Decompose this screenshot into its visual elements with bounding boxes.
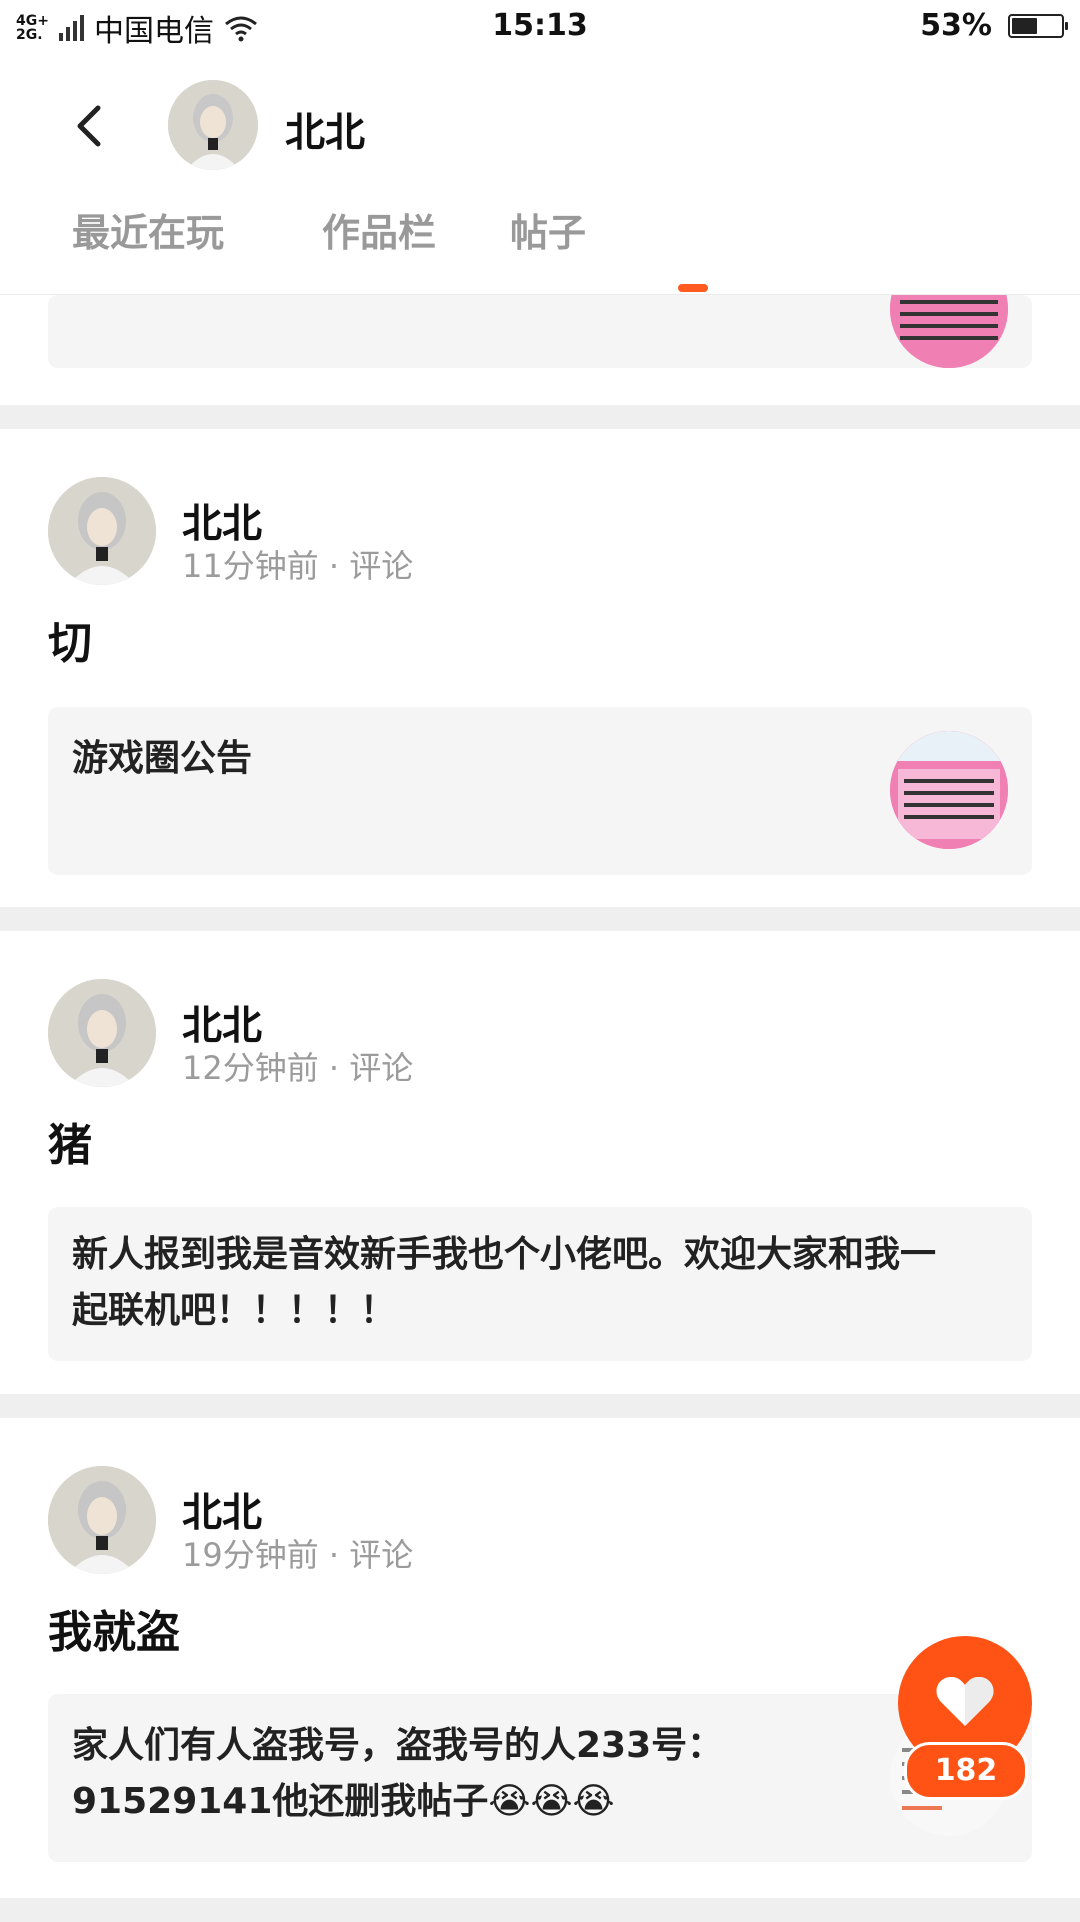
post-time: 19分钟前 xyxy=(182,1536,319,1574)
post-time: 11分钟前 xyxy=(182,547,319,585)
previous-post-partial xyxy=(0,295,1080,405)
quote-text: 家人们有人盗我号，盗我号的人233号：91529141他还删我帖子😭😭😭 xyxy=(72,1725,724,1822)
quote-box[interactable]: 游戏圈公告 xyxy=(48,707,1032,875)
tab-bar: 最近在玩 作品栏 帖子 xyxy=(0,202,1080,262)
profile-header: 北北 最近在玩 作品栏 帖子 xyxy=(0,52,1080,295)
tab-recently-played[interactable]: 最近在玩 xyxy=(72,202,224,257)
status-right: 53% xyxy=(920,8,1068,43)
avatar[interactable] xyxy=(48,979,156,1087)
avatar[interactable] xyxy=(48,1466,156,1574)
post-time: 12分钟前 xyxy=(182,1049,319,1087)
tab-posts[interactable]: 帖子 xyxy=(510,202,586,257)
divider xyxy=(0,1898,1080,1922)
comment-link[interactable]: 评论 xyxy=(349,547,413,585)
profile-name: 北北 xyxy=(285,110,365,156)
avatar[interactable] xyxy=(168,80,258,170)
post-meta: 19分钟前 · 评论 xyxy=(182,1536,414,1574)
quote-box[interactable]: 家人们有人盗我号，盗我号的人233号：91529141他还删我帖子😭😭😭 xyxy=(48,1694,1032,1862)
divider xyxy=(0,1394,1080,1418)
tab-works[interactable]: 作品栏 xyxy=(322,202,436,257)
divider xyxy=(0,907,1080,931)
post-meta: 11分钟前 · 评论 xyxy=(182,547,414,585)
comment-link[interactable]: 评论 xyxy=(349,1049,413,1087)
quote-box[interactable] xyxy=(48,295,1032,368)
clock: 15:13 xyxy=(492,8,588,43)
tab-indicator xyxy=(678,284,708,292)
quote-text: 游戏圈公告 xyxy=(72,738,253,779)
post-text: 猪 xyxy=(48,1120,92,1171)
thumbnail-image xyxy=(890,731,1008,849)
quote-box[interactable]: 新人报到我是音效新手我也个小佬吧。欢迎大家和我一起联机吧！！！！！ xyxy=(48,1207,1032,1361)
post-text: 我就盗 xyxy=(48,1607,180,1658)
like-count: 182 xyxy=(904,1742,1028,1800)
post-card[interactable]: 北北 11分钟前 · 评论 切 游戏圈公告 xyxy=(0,429,1080,907)
status-bar: 4G+ 2G. 中国电信 15:13 53% xyxy=(0,0,1080,52)
quote-text: 新人报到我是音效新手我也个小佬吧。欢迎大家和我一起联机吧！！！！！ xyxy=(72,1234,937,1331)
comment-link[interactable]: 评论 xyxy=(349,1536,413,1574)
battery-icon xyxy=(1008,13,1068,38)
avatar[interactable] xyxy=(48,477,156,585)
post-meta: 12分钟前 · 评论 xyxy=(182,1049,414,1087)
post-text: 切 xyxy=(48,618,92,669)
heart-icon xyxy=(936,1676,994,1726)
post-card[interactable]: 北北 12分钟前 · 评论 猪 新人报到我是音效新手我也个小佬吧。欢迎大家和我一… xyxy=(0,931,1080,1394)
back-arrow-icon[interactable] xyxy=(66,102,114,150)
battery-percent: 53% xyxy=(920,8,992,43)
divider xyxy=(0,405,1080,429)
